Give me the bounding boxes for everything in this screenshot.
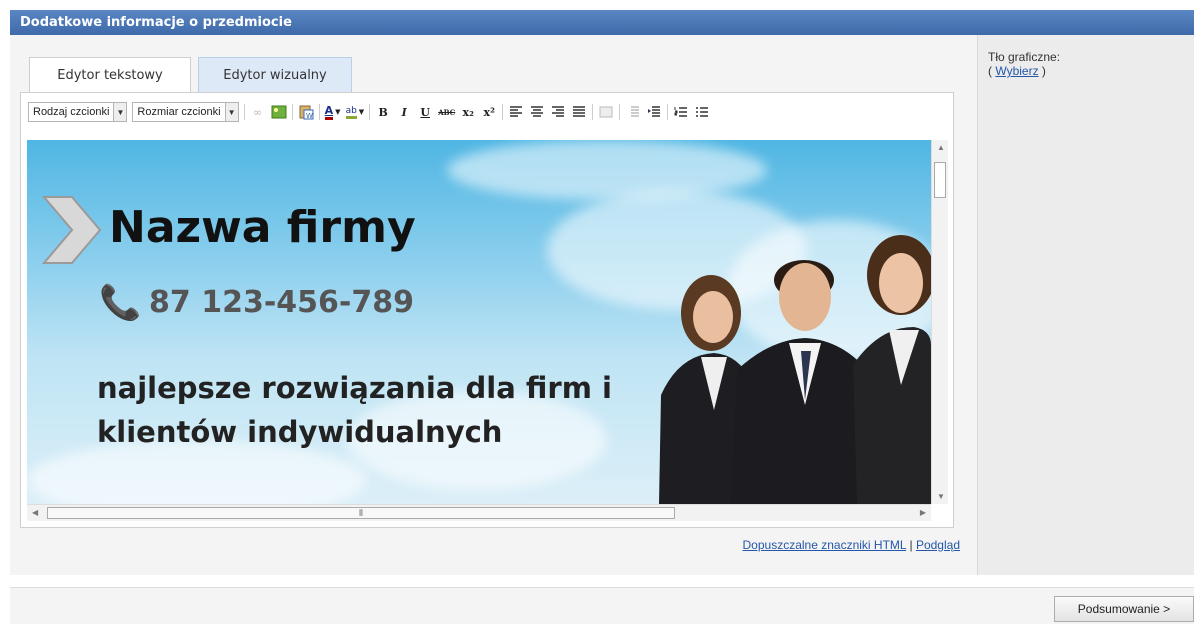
- horizontal-scrollbar[interactable]: ◀ ⦀ ▶: [27, 504, 931, 521]
- cloud-shape: [447, 140, 767, 200]
- subscript-button[interactable]: x₂: [460, 103, 476, 121]
- strikethrough-button[interactable]: ABC: [438, 103, 455, 121]
- business-people-image: [659, 235, 931, 504]
- toolbar-separator: [592, 104, 594, 120]
- bottom-bar: [10, 587, 1194, 624]
- bold-button[interactable]: B: [375, 103, 391, 121]
- font-color-button[interactable]: A ▼: [324, 103, 341, 121]
- svg-text:W: W: [306, 112, 313, 120]
- chevron-down-icon: ▼: [224, 103, 238, 121]
- underline-button[interactable]: U: [417, 103, 433, 121]
- link-icon[interactable]: ∞: [250, 103, 266, 121]
- italic-button[interactable]: I: [396, 103, 412, 121]
- unordered-list-icon[interactable]: [694, 103, 710, 121]
- ordered-list-icon[interactable]: [673, 103, 689, 121]
- superscript-button[interactable]: x²: [481, 103, 497, 121]
- tab-text-editor[interactable]: Edytor tekstowy: [29, 57, 191, 92]
- banner-phone: 87 123-456-789: [149, 285, 414, 320]
- editor-content-area[interactable]: Nazwa firmy 📞 87 123-456-789 najlepsze r…: [27, 140, 931, 504]
- toolbar-separator: [243, 104, 245, 120]
- phone-icon: 📞: [99, 284, 142, 322]
- link-separator: |: [909, 538, 913, 552]
- toolbar-separator: [369, 104, 371, 120]
- paren-open: (: [988, 64, 992, 78]
- slogan-line: najlepsze rozwiązania dla firm i: [97, 371, 612, 405]
- toolbar-separator: [502, 104, 504, 120]
- background-panel: Tło graficzne: ( Wybierz ): [977, 35, 1194, 575]
- horizontal-scroll-thumb[interactable]: ⦀: [47, 507, 675, 519]
- banner-slogan: najlepsze rozwiązania dla firm i klientó…: [97, 366, 612, 454]
- align-left-icon[interactable]: [508, 103, 524, 121]
- font-size-value: Rozmiar czcionki: [137, 106, 221, 118]
- banner-company-name: Nazwa firmy: [109, 202, 416, 253]
- align-center-icon[interactable]: [529, 103, 545, 121]
- background-choose-row: ( Wybierz ): [988, 64, 1194, 78]
- toolbar-separator: [291, 104, 293, 120]
- vertical-scrollbar[interactable]: ▲ ▼: [931, 140, 948, 504]
- paste-word-icon[interactable]: W: [298, 103, 314, 121]
- scroll-up-icon[interactable]: ▲: [937, 143, 945, 152]
- allowed-html-link[interactable]: Dopuszczalne znaczniki HTML: [743, 538, 907, 552]
- toolbar-separator: [619, 104, 621, 120]
- highlight-icon: ab: [345, 106, 357, 119]
- chevron-logo-icon: [42, 196, 102, 264]
- font-size-select[interactable]: Rozmiar czcionki ▼: [132, 102, 239, 122]
- scroll-down-icon[interactable]: ▼: [937, 492, 945, 501]
- align-justify-icon[interactable]: [571, 103, 587, 121]
- tab-visual-editor[interactable]: Edytor wizualny: [198, 57, 352, 92]
- scroll-right-icon[interactable]: ▶: [920, 508, 926, 517]
- editor-toolbar: Rodzaj czcionki ▼ Rozmiar czcionki ▼ ∞ W A…: [28, 100, 710, 124]
- choose-background-link[interactable]: Wybierz: [995, 64, 1038, 78]
- preview-link[interactable]: Podgląd: [916, 538, 960, 552]
- editor-footer-links: Dopuszczalne znaczniki HTML | Podgląd: [743, 538, 960, 552]
- background-label: Tło graficzne:: [988, 50, 1061, 64]
- indent-icon[interactable]: [646, 103, 662, 121]
- paren-close: ): [1041, 64, 1046, 78]
- summary-button[interactable]: Podsumowanie >: [1054, 596, 1194, 622]
- font-family-value: Rodzaj czcionki: [33, 106, 110, 118]
- scroll-left-icon[interactable]: ◀: [32, 508, 38, 517]
- font-color-icon: A: [324, 104, 334, 120]
- toolbar-separator: [667, 104, 669, 120]
- toolbar-separator: [318, 104, 320, 120]
- section-title: Dodatkowe informacje o przedmiocie: [20, 15, 292, 30]
- image-icon[interactable]: [271, 103, 287, 121]
- font-family-select[interactable]: Rodzaj czcionki ▼: [28, 102, 128, 122]
- chevron-down-icon: ▼: [113, 103, 127, 121]
- outdent-icon[interactable]: [625, 103, 641, 121]
- slogan-line: klientów indywidualnych: [97, 415, 503, 449]
- align-right-icon[interactable]: [550, 103, 566, 121]
- section-header: Dodatkowe informacje o przedmiocie: [10, 10, 1194, 35]
- highlight-button[interactable]: ab ▼: [345, 103, 364, 121]
- table-icon[interactable]: [598, 103, 614, 121]
- vertical-scroll-thumb[interactable]: [934, 162, 946, 198]
